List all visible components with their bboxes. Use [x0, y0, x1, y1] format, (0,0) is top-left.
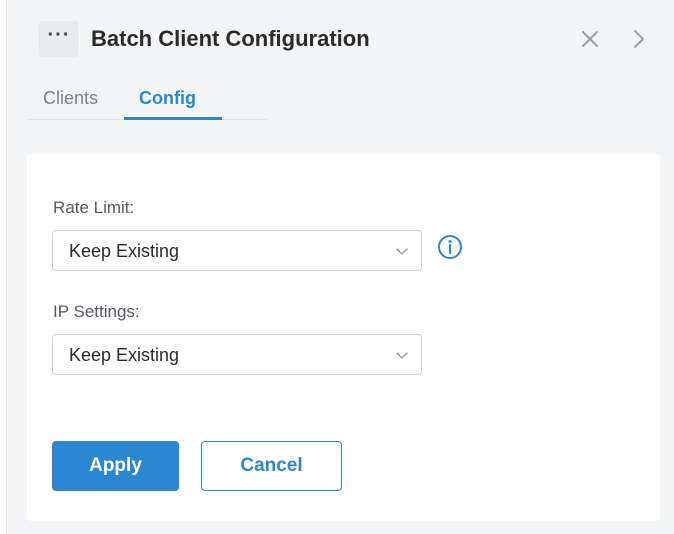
- cancel-button[interactable]: Cancel: [201, 441, 342, 491]
- panel-header: ··· Batch Client Configuration: [7, 0, 674, 80]
- rate-limit-select[interactable]: Keep Existing: [52, 230, 422, 271]
- ip-settings-value: Keep Existing: [69, 345, 180, 365]
- info-icon[interactable]: [437, 234, 463, 260]
- active-tab-indicator: [124, 117, 222, 120]
- close-icon[interactable]: [577, 26, 603, 52]
- tab-config[interactable]: Config: [139, 88, 196, 109]
- chevron-down-icon: [396, 352, 408, 359]
- ip-settings-select[interactable]: Keep Existing: [52, 334, 422, 375]
- config-form-card: Rate Limit: Keep Existing IP Settings: K…: [27, 154, 660, 521]
- tab-clients[interactable]: Clients: [43, 88, 98, 109]
- batch-client-config-panel: ··· Batch Client Configuration Clients C…: [6, 0, 674, 534]
- rate-limit-value: Keep Existing: [69, 241, 180, 261]
- apply-button[interactable]: Apply: [52, 441, 179, 491]
- more-horizontal-icon: ···: [47, 24, 71, 46]
- ip-settings-label: IP Settings:: [53, 302, 140, 321]
- more-actions-button[interactable]: ···: [39, 21, 79, 57]
- chevron-down-icon: [396, 248, 408, 255]
- chevron-right-icon[interactable]: [629, 26, 649, 52]
- rate-limit-label: Rate Limit:: [53, 198, 135, 217]
- tab-bar: Clients Config: [27, 80, 267, 120]
- panel-title: Batch Client Configuration: [91, 26, 370, 51]
